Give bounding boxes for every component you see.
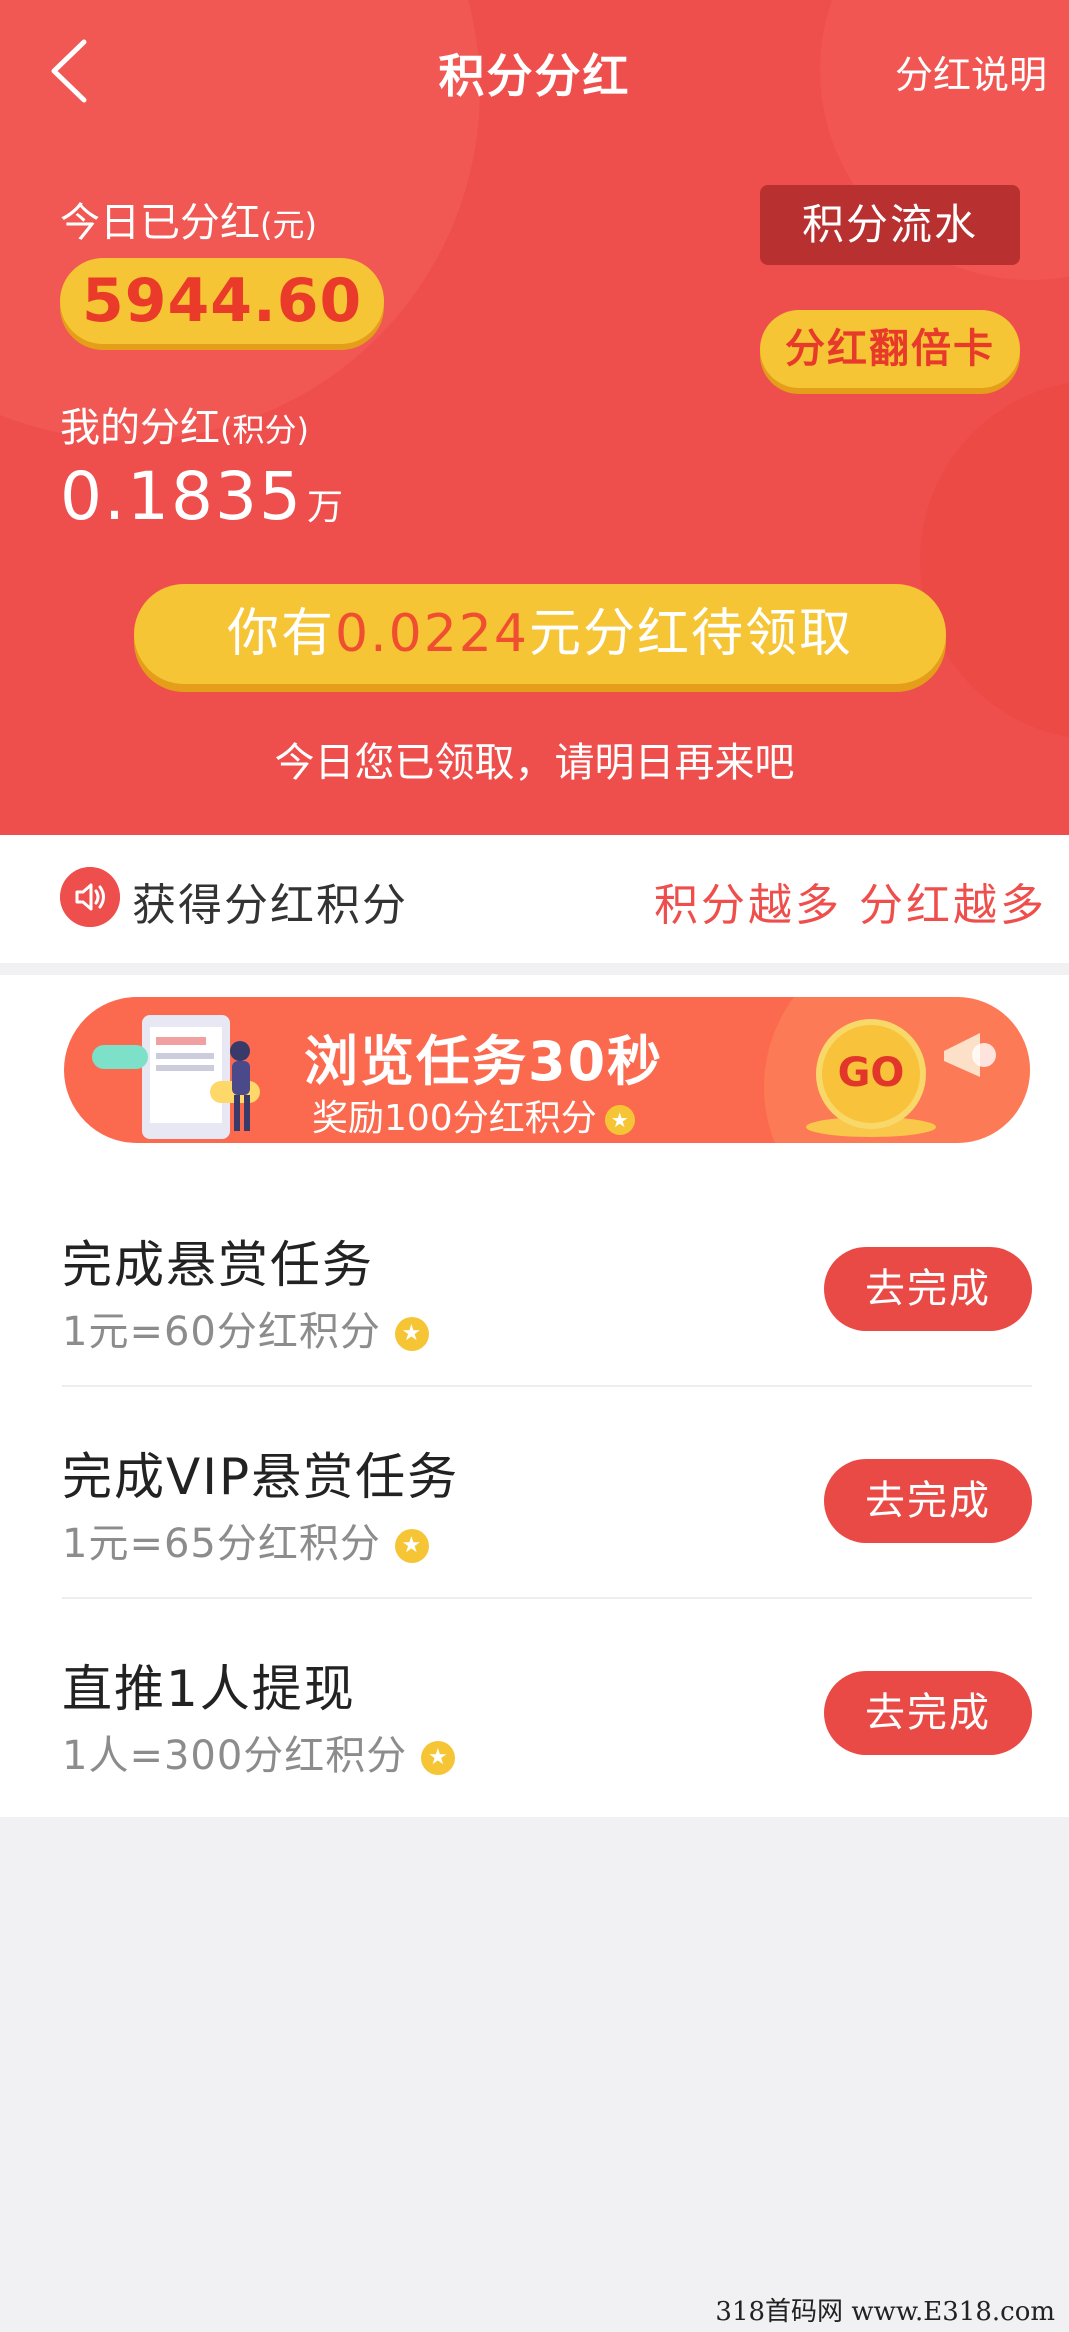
go-complete-button[interactable]: 去完成 <box>824 1247 1032 1331</box>
task-reward: 1人=300分红积分 ★ <box>62 1723 456 1781</box>
page: 积分分红 分红说明 今日已分红(元) 5944.60 我的分红(积分) 0.18… <box>0 0 1069 2332</box>
speaker-icon <box>60 867 120 927</box>
star-icon: ★ <box>604 1105 635 1135</box>
go-coin-icon: GO <box>816 1019 926 1129</box>
hero-header: 积分分红 分红说明 今日已分红(元) 5944.60 我的分红(积分) 0.18… <box>0 0 1069 835</box>
notice-text: 获得分红积分 <box>132 880 408 931</box>
dividend-double-card-button[interactable]: 分红翻倍卡 <box>760 310 1020 388</box>
claim-dividend-button[interactable]: 你有0.0224元分红待领取 <box>134 584 946 684</box>
points-flow-button[interactable]: 积分流水 <box>760 185 1020 265</box>
task-reward: 1元=65分红积分 ★ <box>62 1511 429 1569</box>
star-icon: ★ <box>421 1741 456 1775</box>
task-list-section: 浏览任务30秒 奖励100分红积分 ★ GO 完成悬赏任务 1元=60分红积分 ★ … <box>0 975 1069 1817</box>
banner-subtitle: 奖励100分红积分 ★ <box>312 1089 635 1141</box>
claim-status-note: 今日您已领取，请明日再来吧 <box>274 740 795 786</box>
decor-circle <box>920 380 1069 740</box>
banner-title: 浏览任务30秒 <box>304 1030 664 1093</box>
task-title: 直推1人提现 <box>62 1660 356 1718</box>
task-title: 完成悬赏任务 <box>62 1236 374 1294</box>
go-complete-button[interactable]: 去完成 <box>824 1671 1032 1755</box>
task-row: 直推1人提现 1人=300分红积分 ★ 去完成 <box>62 1599 1032 1811</box>
notice-bar: 获得分红积分 积分越多 分红越多 <box>0 835 1069 963</box>
phone-illustration-icon <box>92 1015 260 1139</box>
today-dividend-amount: 5944.60 <box>60 258 385 344</box>
task-title: 完成VIP悬赏任务 <box>62 1448 460 1506</box>
star-icon: ★ <box>394 1529 429 1563</box>
task-reward: 1元=60分红积分 ★ <box>62 1299 429 1357</box>
dividend-explanation-link[interactable]: 分红说明 <box>895 44 1047 99</box>
go-complete-button[interactable]: 去完成 <box>824 1459 1032 1543</box>
notice-slogan: 积分越多 分红越多 <box>654 880 1047 931</box>
browse-task-banner[interactable]: 浏览任务30秒 奖励100分红积分 ★ GO <box>64 997 1030 1143</box>
task-row: 完成VIP悬赏任务 1元=65分红积分 ★ 去完成 <box>62 1387 1032 1599</box>
star-icon: ★ <box>394 1317 429 1351</box>
my-dividend-value: 0.1835 万 <box>60 458 345 535</box>
site-watermark: 318首码网 www.E318.com <box>715 2297 1055 2327</box>
today-dividend-label: 今日已分红(元) <box>60 200 317 246</box>
megaphone-icon <box>944 1033 996 1077</box>
task-row: 完成悬赏任务 1元=60分红积分 ★ 去完成 <box>62 1175 1032 1387</box>
my-dividend-label: 我的分红(积分) <box>60 405 309 451</box>
